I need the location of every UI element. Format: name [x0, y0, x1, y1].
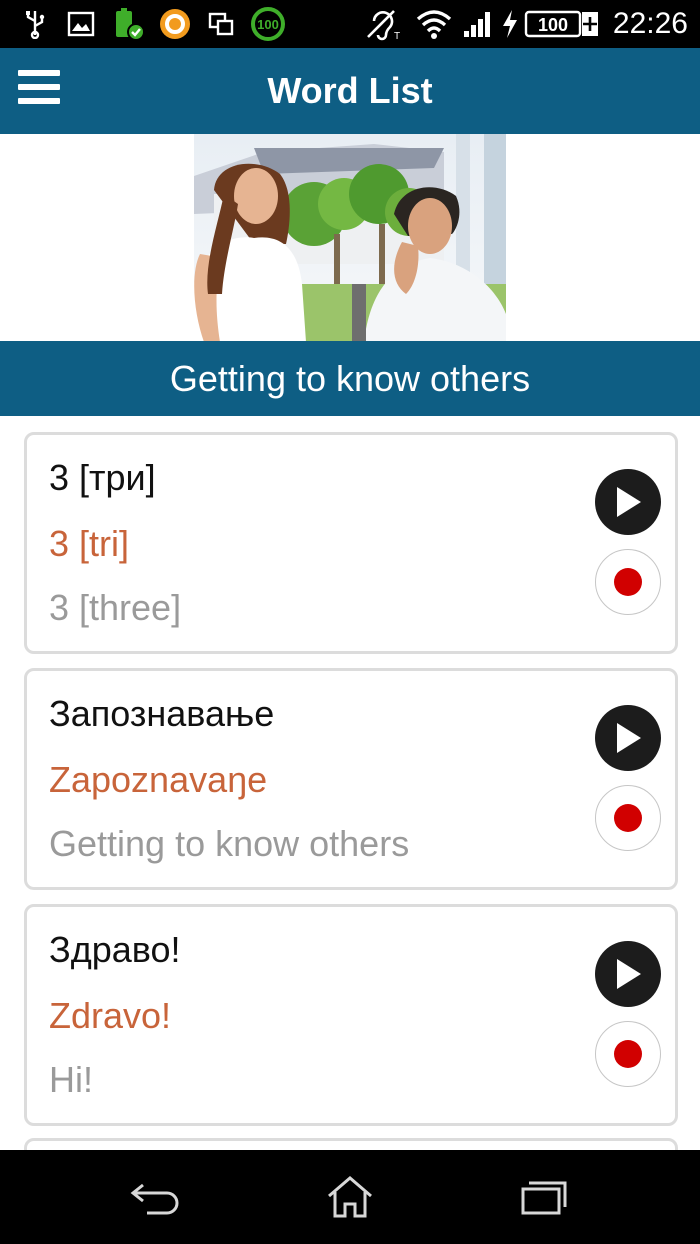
- play-icon: [617, 723, 641, 753]
- play-button[interactable]: [595, 705, 661, 771]
- word-translation: 3 [three]: [49, 587, 182, 628]
- nav-bar: [0, 1150, 700, 1244]
- word-transliteration: Zapoznavaŋe: [49, 759, 268, 800]
- battery-100-icon: 100: [250, 7, 286, 41]
- image-icon: [66, 8, 96, 40]
- record-icon: [614, 1040, 642, 1068]
- app-bar: Word List: [0, 48, 700, 134]
- word-native: 3 [три]: [49, 457, 156, 498]
- word-card: 3 [три] 3 [tri] 3 [three]: [24, 432, 678, 654]
- recent-apps-icon[interactable]: [514, 1170, 574, 1224]
- record-icon: [614, 804, 642, 832]
- wifi-icon: [416, 8, 452, 40]
- word-transliteration: Zdravo!: [49, 995, 172, 1036]
- svg-text:100: 100: [257, 17, 279, 32]
- battery-check-icon: [112, 8, 146, 41]
- word-card: Запознавање Zapoznavaŋe Getting to know …: [24, 668, 678, 890]
- record-icon: [614, 568, 642, 596]
- word-translation: Getting to know others: [49, 823, 410, 864]
- hearing-aid-icon: T: [364, 8, 400, 41]
- word-transliteration: 3 [tri]: [49, 523, 130, 564]
- word-native: Здраво!: [49, 929, 181, 970]
- record-button[interactable]: [595, 785, 661, 851]
- word-card: Здраво! Zdravo! Hi!: [24, 904, 678, 1126]
- play-icon: [617, 959, 641, 989]
- status-bar: 100 T 100 22:26: [0, 0, 700, 48]
- back-icon[interactable]: [126, 1170, 186, 1224]
- home-icon[interactable]: [320, 1170, 380, 1224]
- word-translation: Hi!: [49, 1059, 93, 1100]
- page-title: Word List: [267, 70, 433, 111]
- screens-icon: [206, 8, 236, 40]
- word-native: Запознавање: [49, 693, 275, 734]
- svg-text:100: 100: [538, 15, 568, 35]
- play-button[interactable]: [595, 469, 661, 535]
- signal-icon: [462, 8, 494, 40]
- orange-circle-icon: [158, 8, 192, 40]
- svg-text:T: T: [394, 31, 400, 41]
- charging-icon: [500, 8, 520, 40]
- status-time: 22:26: [612, 7, 688, 40]
- play-icon: [617, 487, 641, 517]
- battery-icon: 100: [524, 8, 600, 40]
- hero-photo: [194, 134, 506, 342]
- section-title: Getting to know others: [0, 341, 700, 416]
- play-button[interactable]: [595, 941, 661, 1007]
- record-button[interactable]: [595, 1021, 661, 1087]
- usb-icon: [22, 8, 48, 40]
- record-button[interactable]: [595, 549, 661, 615]
